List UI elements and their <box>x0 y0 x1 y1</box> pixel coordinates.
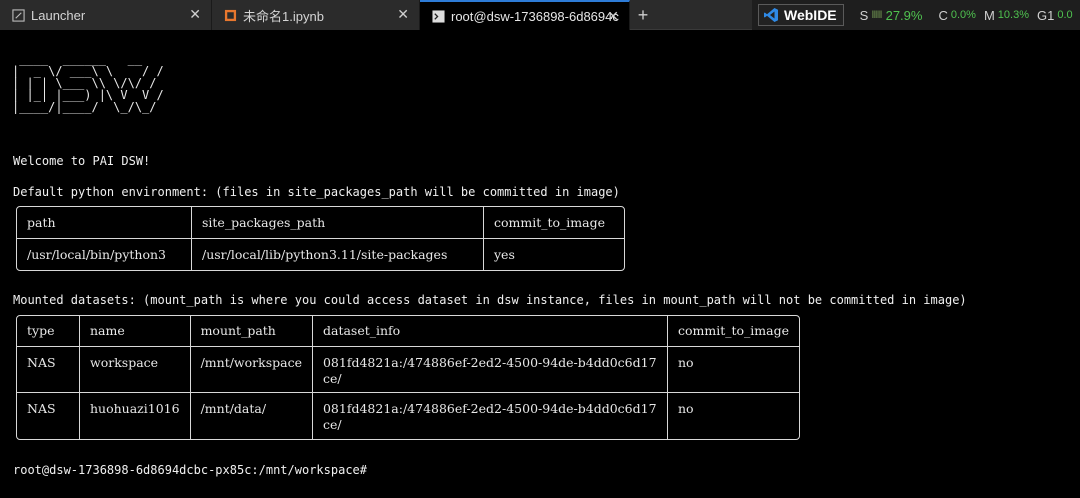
launcher-icon <box>12 8 25 22</box>
table-cell: /usr/local/bin/python3 <box>17 239 192 270</box>
dsw-ascii-logo: ____ ______ __ | _ \/ ___\ \ / / | | | \__… <box>12 53 164 113</box>
table-cell: 081fd4821a:/474886ef-2ed2-4500-94de-b4dd… <box>313 393 668 439</box>
table-header-row: path site_packages_path commit_to_image <box>17 207 624 239</box>
env-intro-text: Default python environment: (files in si… <box>13 185 620 199</box>
column-header: dataset_info <box>312 316 668 347</box>
table-cell: no <box>677 401 694 416</box>
table-row: NAS workspace /mnt/workspace 081fd4821a:… <box>17 347 799 393</box>
cpu-label: C <box>938 7 948 23</box>
column-header: mount_path <box>190 316 313 347</box>
table-cell: NAS <box>17 347 80 393</box>
storage-label: S <box>859 7 869 23</box>
table-row: NAS huohuazi1016 /mnt/data/ 081fd4821a:/… <box>17 393 799 439</box>
status-area: WebIDE S IIIII 27.9% C 0.0% M 10.3% G1 0… <box>752 0 1080 30</box>
table-cell: yes <box>494 247 515 262</box>
tab-terminal[interactable]: root@dsw-1736898-6d8694c ✕ <box>420 0 630 30</box>
close-icon[interactable]: ✕ <box>607 8 619 25</box>
table-cell: huohuazi1016 <box>80 393 191 439</box>
cpu-value: 0.0% <box>950 9 976 21</box>
close-icon[interactable]: ✕ <box>397 6 409 23</box>
column-header: commit_to_image <box>667 316 799 347</box>
column-header: name <box>80 316 191 347</box>
table-cell: 081fd4821a:/474886ef-2ed2-4500-94de-b4dd… <box>312 347 668 393</box>
tab-launcher[interactable]: Launcher ✕ <box>0 0 212 30</box>
column-header: site_packages_path <box>192 207 484 239</box>
storage-value: 27.9% <box>885 7 923 23</box>
mount-intro-text: Mounted datasets: (mount_path is where y… <box>13 293 967 307</box>
tab-notebook[interactable]: 未命名1.ipynb ✕ <box>212 0 420 30</box>
notebook-icon <box>224 9 237 21</box>
close-icon[interactable]: ✕ <box>189 6 201 23</box>
memory-label: M <box>983 7 995 23</box>
python-env-table: path site_packages_path commit_to_image … <box>16 206 625 271</box>
table-cell: workspace <box>80 347 191 393</box>
logo-line: |____/|____/ \_/\_/ <box>12 100 157 114</box>
column-header: type <box>17 316 80 347</box>
table-cell: /usr/local/lib/python3.11/site-packages <box>192 239 484 270</box>
add-tab-button[interactable]: + <box>630 0 656 30</box>
tab-label: root@dsw-1736898-6d8694c <box>451 8 619 24</box>
welcome-message: Welcome to PAI DSW! <box>13 154 151 168</box>
mounted-datasets-table: type name mount_path dataset_info commit… <box>16 315 800 440</box>
shell-prompt[interactable]: root@dsw-1736898-6d8694dcbc-px85c:/mnt/w… <box>13 463 367 477</box>
table-cell: /mnt/workspace <box>190 347 313 393</box>
terminal-icon <box>432 9 445 23</box>
gpu-label: G1 <box>1036 7 1055 23</box>
webide-label: WebIDE <box>784 7 837 23</box>
webide-button[interactable]: WebIDE <box>758 4 844 26</box>
memory-value: 10.3% <box>997 9 1029 21</box>
column-header: path <box>17 207 192 239</box>
tab-label: Launcher <box>31 7 86 23</box>
vscode-icon <box>764 8 778 22</box>
terminal-panel[interactable]: ____ ______ __ | _ \/ ___\ \ / / | | | \__… <box>0 31 1080 498</box>
gpu-value: 0.0 <box>1057 9 1073 21</box>
table-cell: /mnt/data/ <box>191 393 313 439</box>
table-cell: no <box>667 347 799 393</box>
storage-bars: IIIII <box>871 9 882 21</box>
table-cell: NAS <box>17 393 80 439</box>
table-row: /usr/local/bin/python3 /usr/local/lib/py… <box>17 239 624 270</box>
tab-label: 未命名1.ipynb <box>243 8 324 24</box>
table-header-row: type name mount_path dataset_info commit… <box>17 316 799 347</box>
column-header: commit_to_image <box>484 207 624 239</box>
